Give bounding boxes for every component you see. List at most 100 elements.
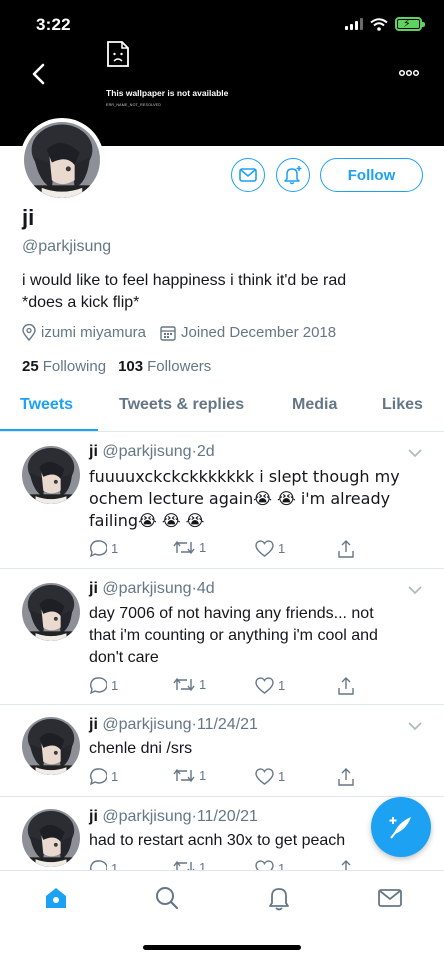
notifications-button[interactable] (276, 158, 310, 192)
tweet-card[interactable]: ji @parkjisung·2d fuuuuxckckckkkkkkk i s… (0, 432, 444, 569)
reply-button[interactable]: 1 (89, 677, 118, 694)
wallpaper-error-title: This wallpaper is not available (106, 88, 229, 98)
share-icon (338, 768, 354, 786)
profile-name: ji (22, 205, 35, 230)
messages-envelope-icon[interactable] (377, 885, 403, 911)
profile-avatar[interactable] (20, 118, 104, 202)
tweet-menu-chevron-icon[interactable] (408, 448, 422, 458)
wifi-icon (370, 17, 388, 31)
tweet-text-line: failing😭 😭 😭 (89, 511, 205, 530)
tweet-avatar[interactable] (22, 717, 80, 775)
back-chevron-icon[interactable] (28, 62, 50, 86)
tweet-text: chenle dni /srs (89, 738, 404, 760)
tweet-avatar[interactable] (22, 446, 80, 504)
reply-button[interactable]: 1 (89, 768, 118, 785)
follow-button[interactable]: Follow (320, 158, 423, 192)
followers-link[interactable]: 103 Followers (118, 358, 211, 375)
like-button[interactable]: 1 (255, 768, 285, 785)
heart-icon (255, 540, 274, 557)
bio-line: i would like to feel happiness i think i… (22, 272, 347, 289)
reply-icon (90, 677, 107, 694)
tweet-date: 4d (196, 580, 215, 597)
tweet-text-line: ochem lecture again😭 😭 i'm already (89, 489, 391, 508)
like-button[interactable]: 1 (255, 540, 285, 557)
tweet-card[interactable]: ji @parkjisung·11/24/21 chenle dni /srs … (0, 705, 444, 797)
tab-media[interactable]: Media (292, 396, 337, 414)
tweet-actions: 1 1 1 (89, 768, 359, 786)
tab-tweets-and-replies[interactable]: Tweets & replies (119, 396, 244, 414)
heart-icon (255, 768, 274, 785)
compose-tweet-button[interactable] (371, 797, 431, 857)
tweet-text-line: day 7006 of not having any friends... no… (89, 605, 374, 622)
search-icon[interactable] (154, 885, 180, 911)
tweet-header: ji @parkjisung·11/24/21 (89, 716, 258, 734)
notifications-bell-icon[interactable] (266, 885, 292, 911)
tweet-avatar[interactable] (22, 809, 80, 867)
tweet-date: 11/24/21 (196, 716, 258, 733)
active-tab-indicator (0, 429, 98, 431)
reply-icon (90, 540, 107, 557)
retweet-button[interactable]: 1 (173, 540, 206, 555)
share-button[interactable] (337, 768, 355, 786)
tweet-date: 2d (196, 443, 215, 460)
follow-counts: 25 Following 103 Followers (22, 358, 223, 375)
tweet-text-line: fuuuuxckckckkkkkkk i slept though my (89, 467, 400, 486)
tweet-text-line: don't care (89, 649, 159, 666)
wallpaper-error-code: ERR_NAME_NOT_RESOLVED (106, 103, 162, 107)
home-indicator (143, 945, 301, 950)
location-text: izumi miyamura (41, 324, 147, 341)
bio-line: *does a kick flip* (22, 294, 140, 311)
tweet-text: fuuuuxckckckkkkkkk i slept though my och… (89, 466, 404, 532)
like-count: 1 (278, 678, 286, 693)
following-label: Following (42, 358, 107, 375)
tweet-text-line: chenle dni /srs (89, 740, 193, 757)
tweet-text: day 7006 of not having any friends... no… (89, 603, 404, 669)
profile-tabs: Tweets Tweets & replies Media Likes (0, 386, 444, 432)
status-time: 3:22 (36, 15, 71, 34)
tweet-menu-chevron-icon[interactable] (408, 721, 422, 731)
tweet-card[interactable]: ji @parkjisung·4d day 7006 of not having… (0, 569, 444, 705)
retweet-count: 1 (199, 677, 207, 692)
share-icon (338, 677, 354, 695)
tab-tweets[interactable]: Tweets (20, 396, 73, 414)
like-count: 1 (278, 541, 286, 556)
reply-button[interactable]: 1 (89, 540, 118, 557)
message-button[interactable] (231, 158, 265, 192)
following-count: 25 (22, 358, 39, 375)
retweet-count: 1 (199, 540, 207, 555)
like-button[interactable]: 1 (255, 677, 285, 694)
reply-count: 1 (111, 541, 119, 556)
retweet-button[interactable]: 1 (173, 677, 206, 692)
tweet-author-name: ji (89, 808, 98, 825)
tweet-header: ji @parkjisung·11/20/21 (89, 808, 258, 826)
tweet-text: had to restart acnh 30x to get peach (89, 830, 404, 852)
tweet-menu-chevron-icon[interactable] (408, 585, 422, 595)
profile-handle: @parkjisung (22, 238, 112, 255)
tweet-avatar[interactable] (22, 583, 80, 641)
share-button[interactable] (337, 677, 355, 695)
tweet-author-name: ji (89, 716, 98, 733)
joined-text: Joined December 2018 (181, 324, 337, 341)
share-button[interactable] (337, 540, 355, 558)
battery-charging-icon: ⚡ (395, 17, 425, 31)
tweet-author-handle: @parkjisung (102, 716, 192, 733)
followers-count: 103 (118, 358, 144, 375)
home-icon[interactable] (43, 885, 69, 911)
following-link[interactable]: 25 Following (22, 358, 106, 375)
envelope-icon (239, 168, 257, 182)
tab-likes[interactable]: Likes (382, 396, 423, 414)
tweet-text-line: had to restart acnh 30x to get peach (89, 832, 346, 849)
followers-label: Followers (147, 358, 212, 375)
more-options-icon[interactable] (398, 66, 420, 80)
reply-icon (90, 768, 107, 785)
retweet-icon (173, 768, 195, 783)
bell-plus-icon (284, 166, 302, 185)
retweet-button[interactable]: 1 (173, 768, 206, 783)
tweet-text-line: that i'm counting or anything i'm cool a… (89, 627, 378, 644)
profile-bio: i would like to feel happiness i think i… (22, 270, 422, 314)
tweet-header: ji @parkjisung·2d (89, 443, 215, 461)
tweet-author-name: ji (89, 443, 98, 460)
retweet-count: 1 (199, 768, 207, 783)
retweet-icon (173, 540, 195, 555)
tweet-actions: 1 1 1 (89, 677, 359, 695)
